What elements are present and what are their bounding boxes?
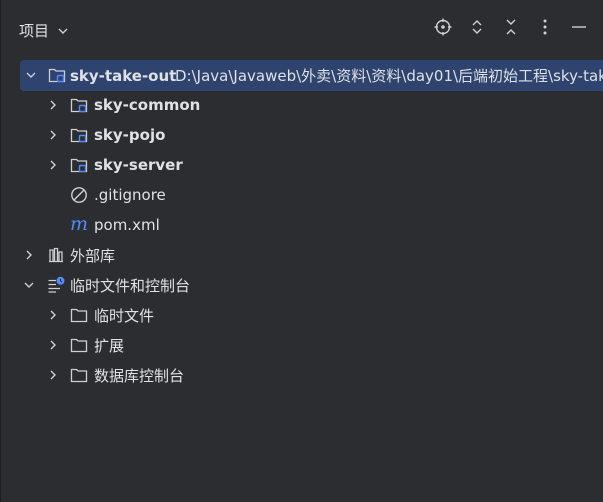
chevron-down-icon [58,28,68,34]
hide-panel-icon [572,26,586,28]
folder-icon [70,338,88,353]
expand-all-button[interactable] [467,15,487,39]
folder-icon [70,308,88,323]
folder-name: 扩展 [94,336,125,355]
panel-toolbar [433,15,589,39]
module-name: sky-common [94,96,201,114]
chevron-right-icon[interactable] [47,159,59,171]
tree-row-file[interactable]: .gitignore [1,180,603,210]
root-path: D:\Java\Javaweb\外卖\资料\资料\day01\后端初始工程\sk… [175,67,603,85]
file-name: .gitignore [94,186,166,204]
file-name: pom.xml [94,216,160,234]
tree-row-file[interactable]: m pom.xml [1,210,603,240]
collapse-all-button[interactable] [501,15,521,39]
chevron-right-icon[interactable] [47,129,59,141]
module-folder-icon [70,128,88,143]
tree-row-external-libraries[interactable]: 外部库 [1,240,603,270]
tree-row-folder[interactable]: 临时文件 [1,300,603,330]
chevron-right-icon[interactable] [47,369,59,381]
root-name: sky-take-out [70,66,177,85]
module-folder-icon [70,158,88,173]
tree-row-root[interactable]: sky-take-out D:\Java\Javaweb\外卖\资料\资料\da… [20,60,603,91]
module-folder-icon [70,98,88,113]
scratches-label: 临时文件和控制台 [70,276,191,295]
hide-panel-button[interactable] [569,15,589,39]
chevron-right-icon[interactable] [47,339,59,351]
chevron-right-icon[interactable] [23,249,35,261]
scratches-icon [48,276,65,293]
tree-row-folder[interactable]: 扩展 [1,330,603,360]
panel-title: 项目 [19,22,50,40]
panel-title-dropdown[interactable]: 项目 [19,20,69,41]
locate-icon [434,18,452,36]
chevron-down-icon[interactable] [23,279,35,291]
expand-all-icon [472,20,482,34]
chevron-right-icon[interactable] [47,309,59,321]
library-icon [49,247,63,263]
more-options-icon [543,19,547,35]
module-name: sky-pojo [94,126,166,144]
external-libraries-label: 外部库 [70,246,116,265]
tree-row-module[interactable]: sky-server [1,150,603,180]
chevron-down-icon[interactable] [25,69,37,81]
maven-icon: m [70,213,89,235]
folder-name: 临时文件 [94,306,155,325]
tree-row-folder[interactable]: 数据库控制台 [1,360,603,390]
module-folder-icon [48,68,66,83]
module-name: sky-server [94,156,183,174]
ignore-icon [71,187,87,203]
folder-icon [70,368,88,383]
collapse-all-icon [506,19,516,35]
more-options-button[interactable] [535,15,555,39]
tree-row-scratches[interactable]: 临时文件和控制台 [1,270,603,300]
project-panel: 项目 sky-take-out D:\Java\Javaweb\外卖\资料\资料… [0,0,603,502]
chevron-right-icon[interactable] [47,99,59,111]
folder-name: 数据库控制台 [94,366,185,385]
locate-button[interactable] [433,15,453,39]
tree-row-module[interactable]: sky-pojo [1,120,603,150]
panel-header: 项目 [1,0,603,58]
tree-row-module[interactable]: sky-common [1,90,603,120]
